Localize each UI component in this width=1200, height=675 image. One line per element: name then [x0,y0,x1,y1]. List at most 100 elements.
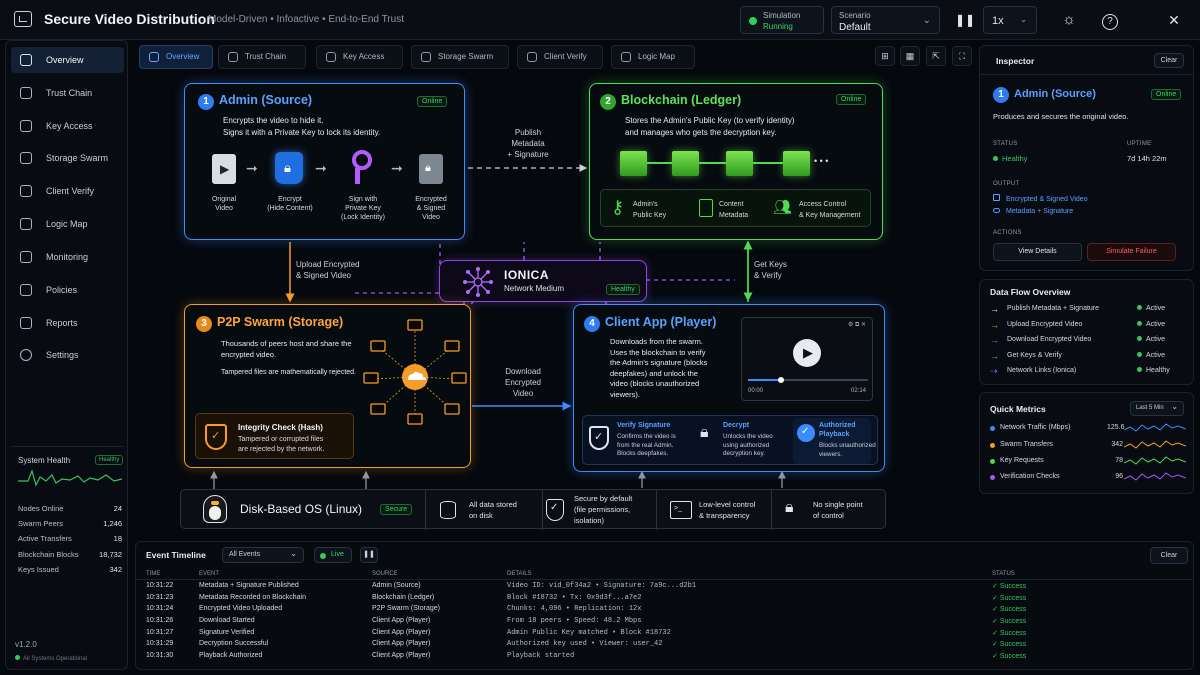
sidebar-item-trust-chain[interactable]: Trust Chain [11,80,124,106]
tab-trust-chain[interactable]: Trust Chain [218,45,306,69]
network-node-icon [463,267,493,297]
upload-flow-label: Upload Encrypted & Signed Video [296,260,360,280]
time-end: 02:14 [850,388,866,394]
close-icon[interactable]: ✕ [1162,6,1186,34]
range-value: Last 5 Min [1136,405,1164,411]
key-icon [352,150,372,170]
admin-source-card[interactable]: 1 Admin (Source) Online Encrypts the vide… [184,83,465,240]
pause-events-button[interactable]: ❚❚ [360,547,378,563]
linux-os-bar[interactable]: Disk-Based OS (Linux) Secure All data st… [180,489,886,530]
time-start: 00:00 [748,388,764,394]
online-badge: Online [836,94,867,105]
export-icon[interactable]: ⇱ [926,46,946,66]
table-row[interactable]: 10:31:24 Encrypted Video Uploaded P2P Swar… [146,605,1186,617]
sidebar-item-storage-swarm[interactable]: Storage Swarm [11,145,124,171]
home-icon [20,54,32,66]
sidebar-item-key-access[interactable]: Key Access [11,113,124,139]
table-row[interactable]: 10:31:22 Metadata + Signature Published Ad… [146,582,1186,594]
sidebar-item-label: Settings [46,350,79,360]
view-details-button[interactable]: View Details [993,243,1082,261]
play-button[interactable]: ▶ [793,339,821,367]
health-row: Keys Issued 342 [18,565,122,574]
health-badge: Healthy [95,455,124,465]
sidebar-item-monitoring[interactable]: Monitoring [11,244,124,270]
sidebar-item-client-verify[interactable]: Client Verify [11,178,124,204]
metrics-range-select[interactable]: Last 5 Min ⌄ [1130,401,1184,416]
arrow-right-icon: → [990,304,999,314]
table-row[interactable]: 10:31:29 Decryption Successful Client App … [146,640,1186,652]
player-controls-icon[interactable]: ⚙ ⧉ ✕ [848,321,866,329]
key-icon [20,120,32,132]
metric-dot-icon [990,443,995,448]
table-row[interactable]: 10:31:26 Download Started Client App (Play… [146,617,1186,629]
feature-title: Verify Signature [617,422,671,429]
table-row[interactable]: 10:31:27 Signature Verified Client App (Pl… [146,629,1186,641]
locked-file-icon: 🔒︎ [419,154,443,184]
simulate-failure-button[interactable]: Simulate Failure [1087,243,1176,261]
admin-title-text: Admin (Source) [219,93,313,107]
tab-overview[interactable]: Overview [139,45,213,69]
arrow-right-icon: ➞ [391,160,403,176]
disk-icon [440,501,456,519]
health-row: Blockchain Blocks 18,732 [18,550,122,559]
ionica-network-medium[interactable]: IONICA Network Medium Healthy [439,260,647,302]
event-filter-select[interactable]: All Events ⌄ [222,547,304,563]
tab-logic-map[interactable]: Logic Map [611,45,695,69]
speed-select[interactable]: 1x ⌄ [983,6,1037,34]
inspector-clear-button[interactable]: Clear [1154,53,1184,68]
os-feature: No single point of control [813,500,863,520]
ledger-desc-line: Stores the Admin's Public Key (to verify… [625,116,795,125]
sidebar-item-policies[interactable]: Policies [11,277,124,303]
pause-button[interactable]: ❚❚ [952,6,978,34]
admin-desc-line: Encrypts the video to hide it. [223,116,324,125]
database-icon [421,52,431,62]
live-toggle[interactable]: Live [314,547,352,563]
theme-toggle-sun-icon[interactable]: ☼ [1055,6,1083,34]
output-link[interactable]: Metadata + Signature [993,208,1073,215]
inspector-node-name: Admin (Source) [1014,88,1096,100]
blockchain-ledger-card[interactable]: 2 Blockchain (Ledger) Online Stores the A… [589,83,883,240]
table-row[interactable]: 10:31:23 Metadata Recorded on Blockchain B… [146,594,1186,606]
key-icon [326,52,336,62]
clear-events-button[interactable]: Clear [1150,547,1188,564]
scenario-select[interactable]: Scenario Default ⌄ [831,6,940,34]
simulation-status[interactable]: Simulation Running [740,6,824,34]
fullscreen-icon[interactable]: ⛶ [952,46,972,66]
status-dot-icon [1137,336,1142,341]
fit-view-icon[interactable]: ⊞ [875,46,895,66]
sidebar-item-label: Overview [46,55,84,65]
sidebar-item-label: Key Access [46,121,93,131]
sidebar-item-label: Storage Swarm [46,153,109,163]
video-player[interactable]: ⚙ ⧉ ✕ ▶ 00:00 02:14 [741,317,873,401]
sidebar-item-overview[interactable]: Overview [11,47,124,73]
table-row[interactable]: 10:31:30 Playback Authorized Client App (P… [146,652,1186,664]
progress-handle[interactable] [778,377,784,383]
client-app-card[interactable]: 4 Client App (Player) Downloads from the … [573,304,885,472]
document-icon [699,199,713,217]
p2p-swarm-card[interactable]: 3 P2P Swarm (Storage) Thousands of peers … [184,304,471,468]
output-label: OUTPUT [993,181,1020,187]
os-feature: Low-level control & transparency [699,500,756,520]
column-header: EVENT [199,571,220,577]
sidebar-item-settings[interactable]: Settings [11,342,124,368]
lock-icon: 🔒︎ [700,424,709,441]
app-subtitle: Model-Driven • Infoactive • End-to-End T… [208,14,404,25]
grid-view-icon[interactable]: ▦ [900,46,920,66]
app-logo-icon [14,11,32,27]
tab-storage-swarm[interactable]: Storage Swarm [411,45,509,69]
divider [771,490,772,530]
tab-key-access[interactable]: Key Access [316,45,403,69]
sidebar-item-label: Reports [46,318,78,328]
client-title-text: Client App (Player) [605,315,717,329]
map-icon [621,52,631,62]
help-button[interactable]: ? [1098,6,1122,34]
chevron-down-icon: ⌄ [922,15,931,26]
sidebar-item-label: Logic Map [46,219,88,229]
online-badge: Online [1151,89,1182,100]
output-link[interactable]: Encrypted & Signed Video [993,194,1088,203]
running-dot-icon [749,17,757,25]
tab-client-verify[interactable]: Client Verify [517,45,603,69]
sidebar-item-logic-map[interactable]: Logic Map [11,211,124,237]
sidebar-item-reports[interactable]: Reports [11,310,124,336]
admin-desc-line: Signs it with a Private Key to lock its … [223,128,381,137]
